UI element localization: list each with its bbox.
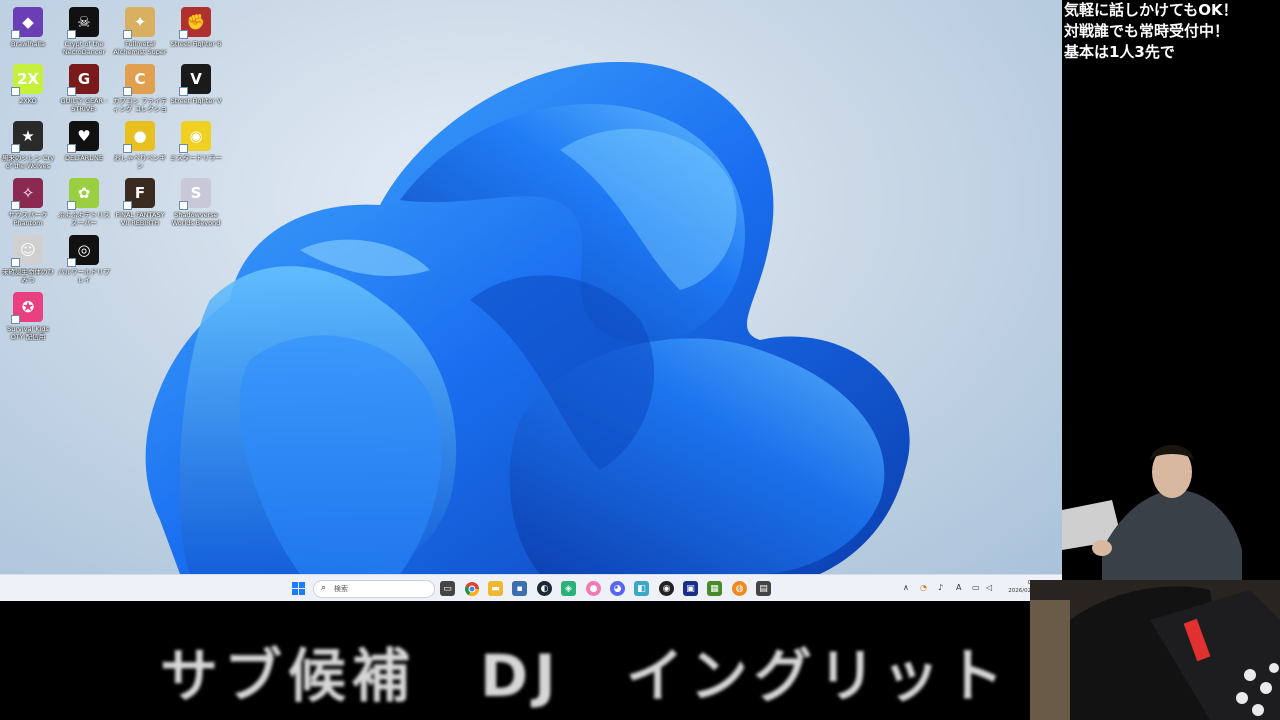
overlay-message-3: 基本は1人3先で [1064,43,1175,61]
app-pink-icon[interactable]: ● [586,581,601,596]
hand-camera [1030,580,1280,720]
desktop-icon-label: サウスパーク Phantom Breaker [8,211,48,227]
desktop-icon[interactable]: 2X 2XKO [0,64,56,105]
desktop-icon-label: DELTARUNE [65,154,103,162]
streamer-webcam [1062,430,1280,580]
app-blue-icon[interactable]: ▣ [683,581,698,596]
overlay-message-2: 対戦誰でも常時受付中！ [1064,22,1230,40]
desktop-icon-label: Street Fighter V [170,97,222,105]
app-icon: ◆ [11,7,43,39]
app-icon: F [123,178,155,210]
desktop-icon-label: おしゃべりペンギン [114,154,166,170]
app-icon: ✧ [11,178,43,210]
app-icon: ◉ [179,121,211,153]
desktop-icon-label: Fullmetal Alchemist Super Warriors [113,40,167,56]
windows-start-icon[interactable] [291,581,306,596]
desktop-icon[interactable]: ☺ 未確認生命体のひみつ [0,235,56,284]
desktop-icon[interactable]: ● おしゃべりペンギン [112,121,168,170]
app-icon: ☺ [11,235,43,267]
desktop-icon-label: Crypt of the NecroDancer [62,40,106,56]
desktop-icon-label: パルワールドリプレイ [58,268,110,284]
caption-bar: サブ候補 DJ イングリット [0,601,1030,720]
app-icon: S [179,178,211,210]
app-icon: ✊ [179,7,211,39]
desktop-icon-label: GUILTY GEAR -STRIVE- [60,97,108,113]
desktop-icon-label: 未確認生命体のひみつ [2,268,54,284]
search-icon: ⌕ [321,583,327,593]
desktop-icon-label: FINAL FANTASY VII REBIRTH [115,211,165,227]
desktop-icon[interactable]: ☠ Crypt of the NecroDancer [56,7,112,56]
chrome-icon[interactable] [464,581,479,596]
app-teal-icon[interactable]: ◧ [634,581,649,596]
desktop-icon[interactable]: ✊ Street Fighter 6 [168,7,224,48]
obs-icon[interactable]: ◉ [659,581,674,596]
app-icon: 2X [11,64,43,96]
app-green-icon[interactable]: ◈ [561,581,576,596]
desktop-icon[interactable]: F FINAL FANTASY VII REBIRTH [112,178,168,227]
app-icon: V [179,64,211,96]
overlay-message-1: 気軽に話しかけてもOK！ [1064,1,1238,19]
minecraft-icon[interactable]: ▦ [707,581,722,596]
desktop-icon-label: Survival Kids OTY 配信用 [7,325,49,341]
app-icon: G [67,64,99,96]
store-icon[interactable]: ▪ [512,581,527,596]
chevron-up-icon[interactable]: ∧ [903,583,909,592]
app-icon: ● [123,121,155,153]
desktop-icon[interactable]: ◉ ミスタードリラー [168,121,224,162]
desktop-icon[interactable]: V Street Fighter V [168,64,224,105]
ime-indicator[interactable]: A [956,583,961,592]
desktop-icon[interactable]: ♥ DELTARUNE [56,121,112,162]
taskbar: ⌕ 検索 ▭ ▬ ▪ ◐ ◈ ● ◕ ◧ ◉ ▣ ▦ ◍ ▤ ∧ ◔ ♪ A ▭… [0,574,1062,602]
desktop-icon-label: Street Fighter 6 [170,40,222,48]
app-icon: ◎ [67,235,99,267]
desktop-icon-label: ぷよぷよテトリス スーパー [58,211,110,227]
desktop-icon[interactable]: ★ 風来のシレン Cry of the Wolves [0,121,56,170]
taskbar-search-input[interactable]: ⌕ 検索 [313,580,435,598]
microphone-icon[interactable]: ♪ [938,583,943,592]
app-icon: ★ [11,121,43,153]
desktop-icon[interactable]: ✪ Survival Kids OTY 配信用 [0,292,56,341]
desktop-icon[interactable]: ✧サウスパーク Phantom Breaker [0,178,56,227]
desktop-icon-label: カプコン ファイティング コレクション [112,97,168,113]
desktop-icon-label: Shadowverse Worlds Beyond [171,211,221,227]
desktop-icon[interactable]: G GUILTY GEAR -STRIVE- [56,64,112,113]
desktop-icon[interactable]: ◎ パルワールドリプレイ [56,235,112,284]
app-gray-icon[interactable]: ▤ [756,581,771,596]
discord-icon[interactable]: ◕ [610,581,625,596]
app-icon: ☠ [67,7,99,39]
desktop-icon-label: Brawlhalla [11,40,45,48]
search-placeholder: 検索 [334,585,348,593]
desktop: ◆ Brawlhalla ☠ Crypt of the NecroDancer ✦ Ful… [0,0,1062,574]
desktop-icon[interactable]: ◆ Brawlhalla [0,7,56,48]
network-icon[interactable]: ▭ [972,583,980,592]
desktop-icon-label: ミスタードリラー [170,154,222,162]
desktop-icon[interactable]: Cカプコン ファイティング コレクション [112,64,168,113]
app-icon: C [123,64,155,96]
desktop-icon-label: 風来のシレン Cry of the Wolves [1,154,55,170]
app-icon: ♥ [67,121,99,153]
app-orange-icon[interactable]: ◍ [732,581,747,596]
file-explorer-icon[interactable]: ▬ [488,581,503,596]
volume-icon[interactable]: ◁ [986,583,992,592]
app-icon: ✪ [11,292,43,324]
app-icon: ✿ [67,178,99,210]
desktop-icon[interactable]: S Shadowverse Worlds Beyond [168,178,224,227]
stream-caption: サブ候補 DJ イングリット [160,642,1010,710]
desktop-icon[interactable]: ✦Fullmetal Alchemist Super Warriors [112,7,168,56]
steam-icon[interactable]: ◐ [537,581,552,596]
app-icon: ✦ [123,7,155,39]
desktop-icon-label: 2XKO [19,97,37,105]
tray-app-icon[interactable]: ◔ [920,583,927,592]
task-view-icon[interactable]: ▭ [440,581,455,596]
desktop-icon[interactable]: ✿ ぷよぷよテトリス スーパー [56,178,112,227]
